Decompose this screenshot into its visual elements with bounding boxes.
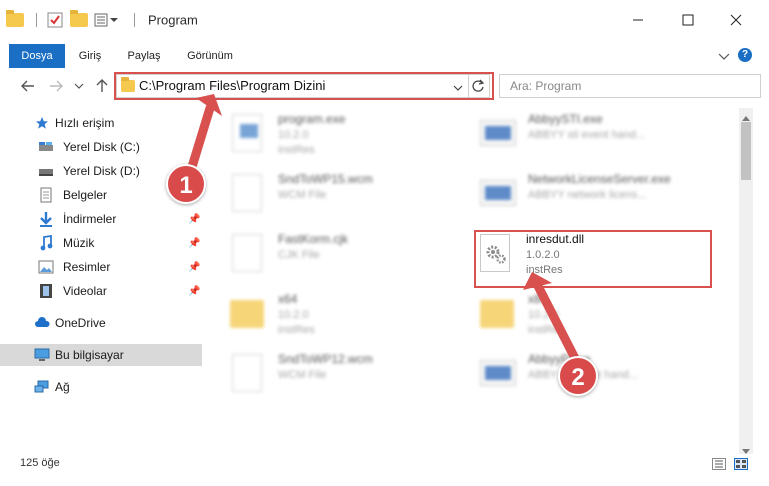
annotation-arrows: [183, 94, 587, 377]
item-count: 125 öğe: [20, 457, 60, 469]
details-view-icon[interactable]: [712, 458, 726, 470]
large-icons-view-icon[interactable]: [734, 458, 748, 470]
step-1-badge: 1: [166, 164, 206, 204]
step-2-badge: 2: [558, 356, 598, 396]
